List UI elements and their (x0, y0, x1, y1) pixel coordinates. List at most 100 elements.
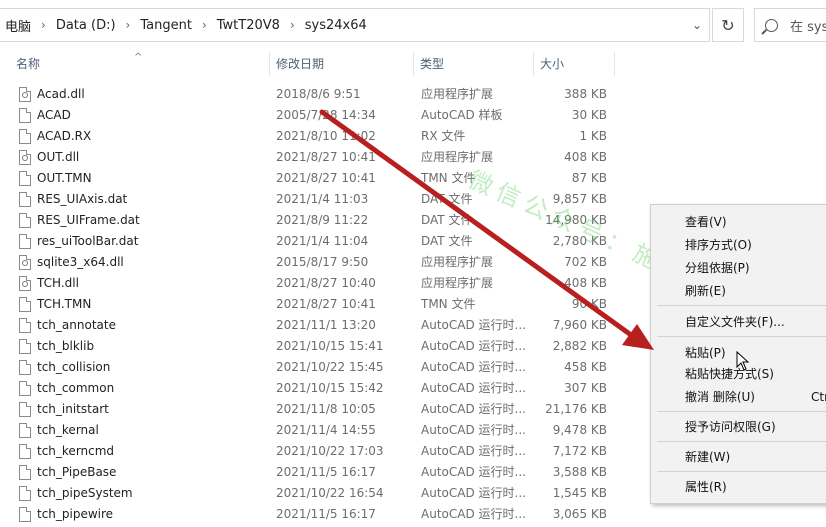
file-name: res_uiToolBar.dat (37, 234, 139, 248)
menu-item-sort[interactable]: 排序方式(O) (651, 234, 826, 257)
file-icon (19, 297, 31, 312)
menu-item-grant-access[interactable]: 授予访问权限(G) (651, 416, 826, 439)
file-type: 应用程序扩展 (421, 255, 494, 269)
menu-separator (657, 411, 826, 412)
file-name: RES_UIAxis.dat (37, 192, 128, 206)
file-date: 2021/8/10 11:02 (276, 129, 376, 143)
file-date: 2021/10/15 15:42 (276, 381, 384, 395)
file-name: tch_blklib (37, 339, 95, 353)
file-type: AutoCAD 运行时... (421, 423, 526, 437)
file-name: tch_annotate (37, 318, 116, 332)
file-type: AutoCAD 运行时... (421, 465, 526, 479)
file-size: 1 KB (579, 129, 607, 143)
search-input[interactable]: 在 sys (754, 8, 826, 42)
file-icon (19, 444, 31, 459)
menu-item-group[interactable]: 分组依据(P) (651, 257, 826, 280)
menu-separator (657, 441, 826, 442)
file-icon (19, 339, 31, 354)
breadcrumb-data-drive[interactable]: Data (D:) (50, 18, 122, 33)
file-name: tch_initstart (37, 402, 109, 416)
refresh-button[interactable]: ↻ (712, 8, 744, 42)
file-date: 2021/1/4 11:04 (276, 234, 369, 248)
column-header-size[interactable]: 大小 (534, 50, 614, 78)
file-icon (19, 423, 31, 438)
file-size: 1,545 KB (552, 486, 607, 500)
address-history-button[interactable]: ⌄ (684, 9, 710, 41)
chevron-right-icon[interactable]: › (286, 18, 299, 32)
chevron-down-icon: ⌄ (691, 18, 703, 32)
file-size: 388 KB (564, 87, 607, 101)
file-date: 2021/10/22 16:54 (276, 486, 384, 500)
menu-item-view[interactable]: 查看(V) (651, 211, 826, 234)
file-size: 90 KB (571, 297, 607, 311)
file-date: 2018/8/6 9:51 (276, 87, 361, 101)
file-date: 2021/8/9 11:22 (276, 213, 369, 227)
address-bar-area: 电脑 › Data (D:) › Tangent › TwtT20V8 › sy… (0, 0, 826, 50)
file-row[interactable]: OUT.TMN 2021/8/27 10:41 TMN 文件 87 KB (0, 168, 826, 189)
breadcrumb-twtt20v8[interactable]: TwtT20V8 (211, 18, 286, 33)
breadcrumb-tangent[interactable]: Tangent (134, 18, 198, 33)
file-row[interactable]: ACAD.RX 2021/8/10 11:02 RX 文件 1 KB (0, 126, 826, 147)
breadcrumb-sys24x64[interactable]: sys24x64 (299, 18, 373, 33)
file-icon (19, 213, 31, 228)
menu-separator (657, 336, 826, 337)
file-icon (19, 234, 31, 249)
mouse-pointer-icon (736, 351, 750, 371)
file-row[interactable]: tch_pipewire 2021/11/5 16:17 AutoCAD 运行时… (0, 504, 826, 525)
menu-item-undo-delete[interactable]: 撤消 删除(U) Ctrl+Z (651, 386, 826, 409)
file-type: AutoCAD 运行时... (421, 402, 526, 416)
menu-item-shortcut: Ctrl+Z (811, 390, 826, 404)
menu-item-label: 查看(V) (685, 215, 727, 229)
file-size: 458 KB (564, 360, 607, 374)
file-type: AutoCAD 运行时... (421, 318, 526, 332)
chevron-right-icon[interactable]: › (37, 18, 50, 32)
refresh-icon: ↻ (721, 15, 735, 35)
file-icon (19, 507, 31, 522)
column-divider[interactable] (614, 52, 615, 76)
file-date: 2021/10/22 17:03 (276, 444, 384, 458)
chevron-right-icon[interactable]: › (198, 18, 211, 32)
file-date: 2021/11/5 16:17 (276, 465, 376, 479)
file-row[interactable]: Acad.dll 2018/8/6 9:51 应用程序扩展 388 KB (0, 84, 826, 105)
breadcrumb-this-pc[interactable]: 电脑 (0, 16, 37, 35)
dll-file-icon (19, 87, 31, 102)
file-size: 702 KB (564, 255, 607, 269)
search-placeholder: 在 sys (790, 19, 826, 35)
menu-item-label: 排序方式(O) (685, 238, 752, 252)
file-type: AutoCAD 样板 (421, 108, 503, 122)
file-date: 2021/10/15 15:41 (276, 339, 384, 353)
chevron-right-icon[interactable]: › (122, 18, 135, 32)
file-type: 应用程序扩展 (421, 276, 494, 290)
file-icon (19, 129, 31, 144)
menu-item-new[interactable]: 新建(W) (651, 446, 826, 469)
file-name: TCH.dll (37, 276, 79, 290)
file-name: sqlite3_x64.dll (37, 255, 124, 269)
breadcrumb[interactable]: 电脑 › Data (D:) › Tangent › TwtT20V8 › sy… (0, 8, 710, 42)
column-header-date[interactable]: 修改日期 (270, 50, 412, 78)
file-type: AutoCAD 运行时... (421, 507, 526, 521)
file-icon (19, 318, 31, 333)
search-icon (765, 18, 778, 32)
file-name: tch_pipeSystem (37, 486, 133, 500)
menu-item-properties[interactable]: 属性(R) (651, 476, 826, 499)
file-icon (19, 192, 31, 207)
file-type: RX 文件 (421, 129, 466, 143)
file-name: tch_kerncmd (37, 444, 115, 458)
file-name: tch_common (37, 381, 115, 395)
file-date: 2021/8/27 10:41 (276, 150, 376, 164)
file-row[interactable]: OUT.dll 2021/8/27 10:41 应用程序扩展 408 KB (0, 147, 826, 168)
file-name: tch_PipeBase (37, 465, 117, 479)
file-name: OUT.dll (37, 150, 80, 164)
file-size: 7,172 KB (552, 444, 607, 458)
file-size: 3,065 KB (552, 507, 607, 521)
menu-item-refresh[interactable]: 刷新(E) (651, 280, 826, 303)
dll-file-icon (19, 150, 31, 165)
dll-file-icon (19, 276, 31, 291)
menu-item-label: 新建(W) (685, 450, 731, 464)
file-icon (19, 360, 31, 375)
menu-item-customize-folder[interactable]: 自定义文件夹(F)... (651, 311, 826, 334)
file-row[interactable]: ACAD 2005/7/28 14:34 AutoCAD 样板 30 KB (0, 105, 826, 126)
file-size: 87 KB (571, 171, 607, 185)
column-header-type[interactable]: 类型 (414, 50, 532, 78)
file-type: DAT 文件 (421, 234, 473, 248)
